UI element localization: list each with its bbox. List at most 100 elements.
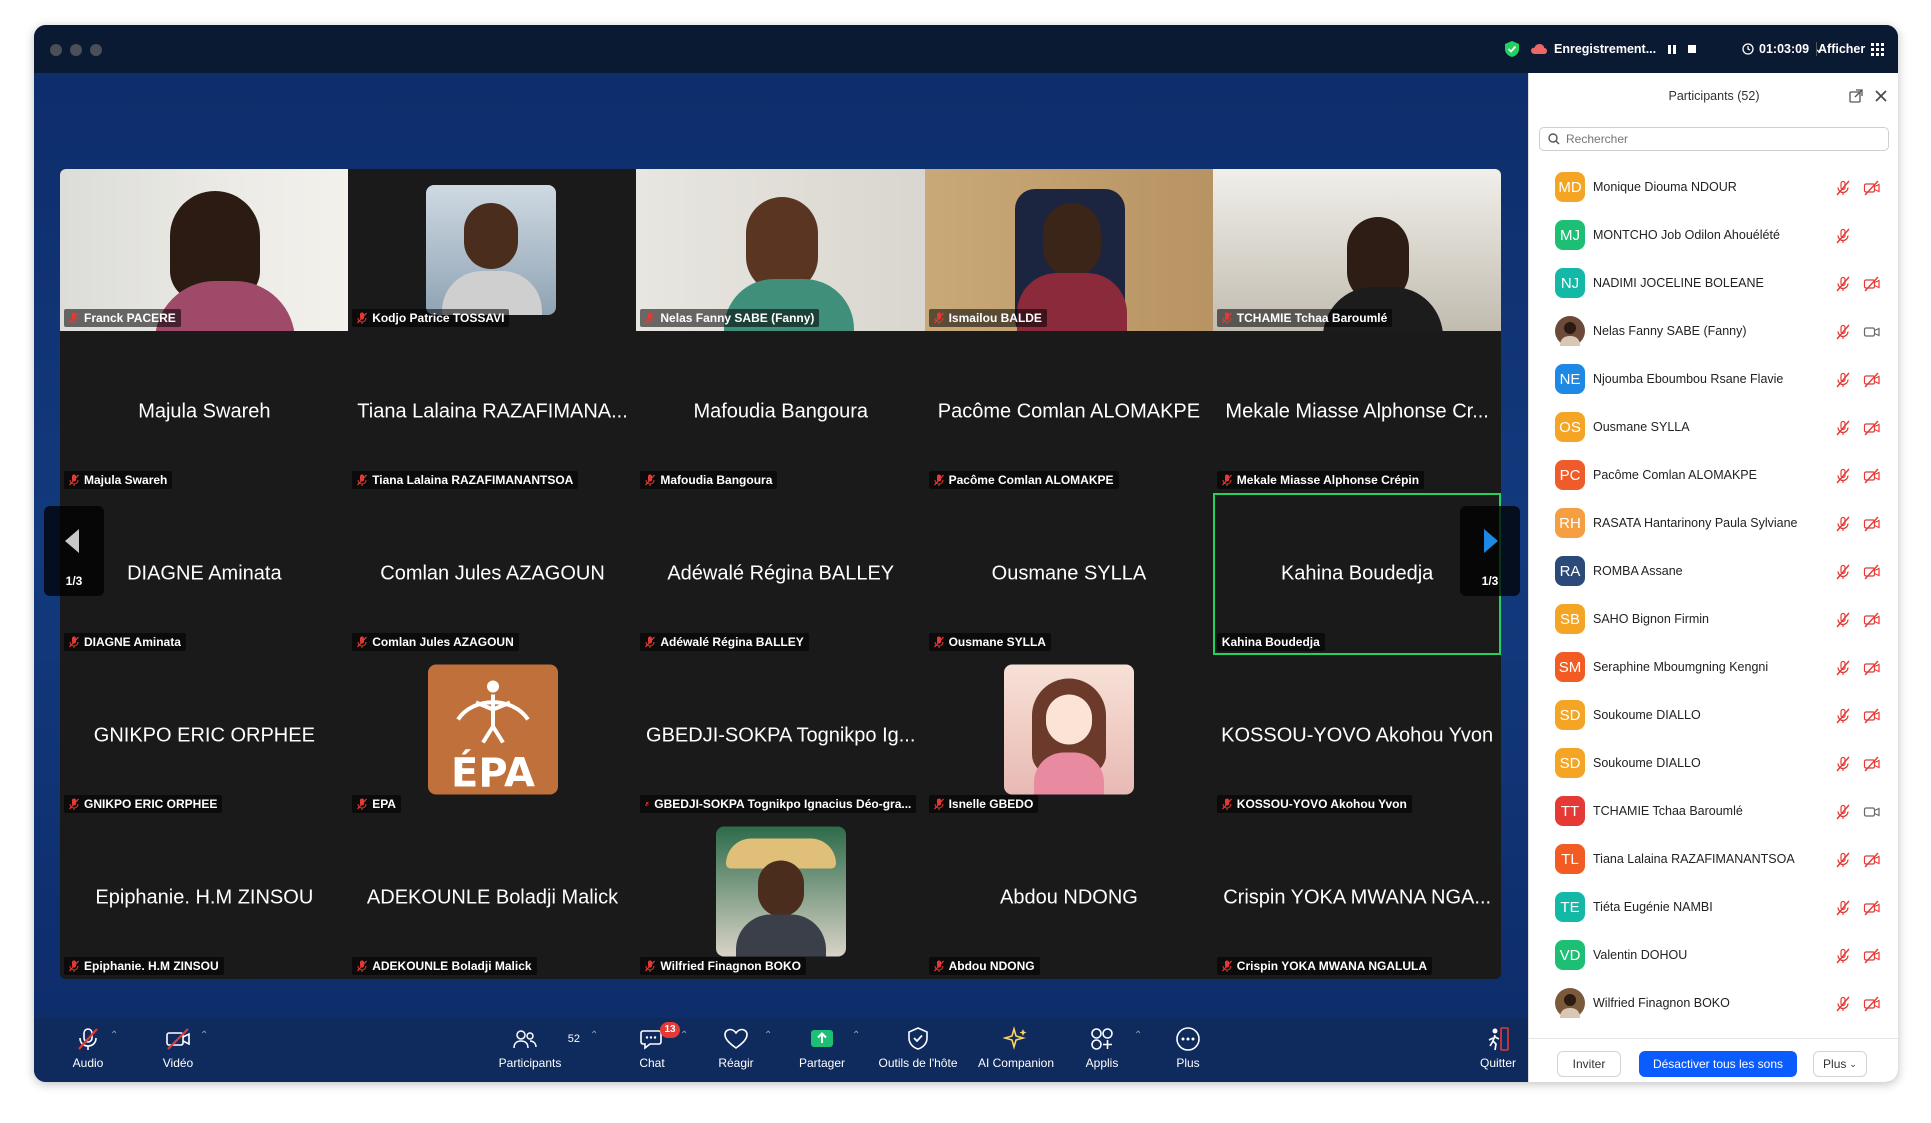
mic-muted-icon[interactable] xyxy=(1835,900,1851,916)
panel-more-button[interactable]: Plus ⌄ xyxy=(1813,1051,1867,1077)
participant-row[interactable]: RA ROMBA Assane xyxy=(1529,547,1898,595)
previous-page-button[interactable]: 1/3 xyxy=(44,506,104,596)
video-tile[interactable]: Pacôme Comlan ALOMAKPE Pacôme Comlan ALOM… xyxy=(924,331,1214,493)
video-tile[interactable]: GBEDJI-SOKPA Tognikpo Ig... GBEDJI-SOKPA … xyxy=(636,655,926,817)
pause-recording-icon[interactable] xyxy=(1668,44,1677,54)
participant-row[interactable]: Nelas Fanny SABE (Fanny) xyxy=(1529,307,1898,355)
more-button[interactable]: Plus xyxy=(1138,1022,1238,1070)
video-tile[interactable]: Wilfried Finagnon BOKO xyxy=(636,817,926,979)
video-tile[interactable]: Comlan Jules AZAGOUN Comlan Jules AZAGOUN xyxy=(348,493,637,655)
video-tile[interactable]: Tiana Lalaina RAZAFIMANA... Tiana Lalaina… xyxy=(348,331,637,493)
mic-muted-icon[interactable] xyxy=(1835,564,1851,580)
video-tile[interactable]: Franck PACERE xyxy=(60,169,349,331)
video-tile[interactable]: Majula Swareh Majula Swareh xyxy=(60,331,349,493)
mic-muted-icon[interactable] xyxy=(1835,660,1851,676)
recording-indicator[interactable]: Enregistrement... xyxy=(1530,25,1697,73)
camera-icon[interactable] xyxy=(1863,324,1881,340)
participant-row[interactable]: SB SAHO Bignon Firmin xyxy=(1529,595,1898,643)
mute-all-button[interactable]: Désactiver tous les sons xyxy=(1639,1051,1797,1077)
participant-row[interactable]: NE Njoumba Eboumbou Rsane Flavie xyxy=(1529,355,1898,403)
participant-row[interactable]: SD Soukoume DIALLO xyxy=(1529,691,1898,739)
participant-row[interactable]: MJ MONTCHO Job Odilon Ahouélété xyxy=(1529,211,1898,259)
video-tile[interactable]: KOSSOU-YOVO Akohou Yvon KOSSOU-YOVO Akoho… xyxy=(1212,655,1501,817)
pop-out-icon[interactable] xyxy=(1849,89,1863,103)
camera-icon[interactable] xyxy=(1863,804,1881,820)
mic-muted-icon[interactable] xyxy=(1835,420,1851,436)
participant-row[interactable]: SM Seraphine Mboumgning Kengni xyxy=(1529,643,1898,691)
view-button[interactable]: Afficher xyxy=(1818,25,1885,73)
video-tile[interactable]: Kodjo Patrice TOSSAVI xyxy=(348,169,637,331)
camera-off-icon[interactable] xyxy=(1863,612,1881,628)
video-tile[interactable]: Nelas Fanny SABE (Fanny) xyxy=(636,169,926,331)
camera-off-icon[interactable] xyxy=(1863,180,1881,196)
camera-off-icon[interactable] xyxy=(1863,564,1881,580)
next-page-button[interactable]: 1/3 xyxy=(1460,506,1520,596)
video-options-caret[interactable]: ⌃ xyxy=(200,1030,208,1041)
mic-muted-icon[interactable] xyxy=(1835,756,1851,772)
video-tile[interactable]: Ousmane SYLLA Ousmane SYLLA xyxy=(924,493,1214,655)
close-icon[interactable] xyxy=(1874,89,1888,103)
camera-off-icon[interactable] xyxy=(1863,516,1881,532)
participant-row[interactable]: PC Pacôme Comlan ALOMAKPE xyxy=(1529,451,1898,499)
mic-muted-icon[interactable] xyxy=(1835,612,1851,628)
share-options-caret[interactable]: ⌃ xyxy=(852,1030,860,1041)
video-tile[interactable]: Mafoudia Bangoura Mafoudia Bangoura xyxy=(636,331,926,493)
search-input[interactable] xyxy=(1566,132,1866,146)
participant-row[interactable]: MD Monique Diouma NDOUR xyxy=(1529,163,1898,211)
mic-muted-icon[interactable] xyxy=(1835,468,1851,484)
camera-off-icon[interactable] xyxy=(1863,372,1881,388)
mic-muted-icon[interactable] xyxy=(1835,324,1851,340)
zoom-window-button[interactable] xyxy=(90,44,102,56)
mic-muted-icon[interactable] xyxy=(1835,948,1851,964)
camera-off-icon[interactable] xyxy=(1863,996,1881,1012)
video-tile[interactable]: GNIKPO ERIC ORPHEE GNIKPO ERIC ORPHEE xyxy=(60,655,349,817)
participant-row[interactable]: SD Soukoume DIALLO xyxy=(1529,739,1898,787)
mic-muted-icon[interactable] xyxy=(1835,852,1851,868)
video-tile[interactable]: ADEKOUNLE Boladji Malick ADEKOUNLE Boladj… xyxy=(348,817,637,979)
leave-button[interactable]: Quitter xyxy=(1468,1022,1528,1070)
invite-button[interactable]: Inviter xyxy=(1557,1051,1621,1077)
meeting-timer[interactable]: 01:03:09 ⌄ xyxy=(1742,25,1823,73)
security-shield-icon[interactable] xyxy=(1504,25,1520,73)
participant-row[interactable]: VD Valentin DOHOU xyxy=(1529,931,1898,979)
participants-button[interactable]: 52 Participants xyxy=(480,1022,580,1070)
camera-off-icon[interactable] xyxy=(1863,276,1881,292)
video-tile[interactable]: Adéwalé Régina BALLEY Adéwalé Régina BALL… xyxy=(636,493,926,655)
mic-muted-icon[interactable] xyxy=(1835,804,1851,820)
video-tile[interactable]: Abdou NDONG Abdou NDONG xyxy=(924,817,1214,979)
mic-muted-icon[interactable] xyxy=(1835,516,1851,532)
participant-row[interactable]: NJ NADIMI JOCELINE BOLEANE xyxy=(1529,259,1898,307)
camera-off-icon[interactable] xyxy=(1863,468,1881,484)
mic-muted-icon[interactable] xyxy=(1835,372,1851,388)
participant-row[interactable]: TT TCHAMIE Tchaa Baroumlé xyxy=(1529,787,1898,835)
host-tools-button[interactable]: Outils de l'hôte xyxy=(868,1022,968,1070)
participant-row[interactable]: Wilfried Finagnon BOKO xyxy=(1529,979,1898,1027)
audio-options-caret[interactable]: ⌃ xyxy=(110,1030,118,1041)
camera-off-icon[interactable] xyxy=(1863,660,1881,676)
participant-row[interactable]: TL Tiana Lalaina RAZAFIMANANTSOA xyxy=(1529,835,1898,883)
camera-off-icon[interactable] xyxy=(1863,708,1881,724)
mic-muted-icon[interactable] xyxy=(1835,276,1851,292)
video-tile[interactable]: Isnelle GBEDO xyxy=(924,655,1214,817)
video-tile[interactable]: Mekale Miasse Alphonse Cr... Mekale Miass… xyxy=(1212,331,1501,493)
participant-search[interactable] xyxy=(1539,127,1889,151)
participant-row[interactable]: TE Tiéta Eugénie NAMBI xyxy=(1529,883,1898,931)
camera-off-icon[interactable] xyxy=(1863,948,1881,964)
video-button[interactable]: Vidéo xyxy=(128,1022,228,1070)
video-tile[interactable]: Kahina Boudedja Kahina Boudedja xyxy=(1212,493,1501,655)
video-tile[interactable]: ÉPA EPA xyxy=(348,655,637,817)
ai-companion-button[interactable]: AI Companion xyxy=(966,1022,1066,1070)
close-window-button[interactable] xyxy=(50,44,62,56)
mic-muted-icon[interactable] xyxy=(1835,228,1851,244)
participant-row[interactable]: OS Ousmane SYLLA xyxy=(1529,403,1898,451)
video-tile[interactable]: Ismailou BALDE xyxy=(924,169,1214,331)
camera-off-icon[interactable] xyxy=(1863,900,1881,916)
video-tile[interactable]: Epiphanie. H.M ZINSOU Epiphanie. H.M ZINS… xyxy=(60,817,349,979)
mic-muted-icon[interactable] xyxy=(1835,708,1851,724)
participants-options-caret[interactable]: ⌃ xyxy=(590,1030,598,1041)
video-tile[interactable]: Crispin YOKA MWANA NGA... Crispin YOKA MW… xyxy=(1212,817,1501,979)
minimize-window-button[interactable] xyxy=(70,44,82,56)
camera-off-icon[interactable] xyxy=(1863,420,1881,436)
camera-off-icon[interactable] xyxy=(1863,852,1881,868)
mic-muted-icon[interactable] xyxy=(1835,996,1851,1012)
